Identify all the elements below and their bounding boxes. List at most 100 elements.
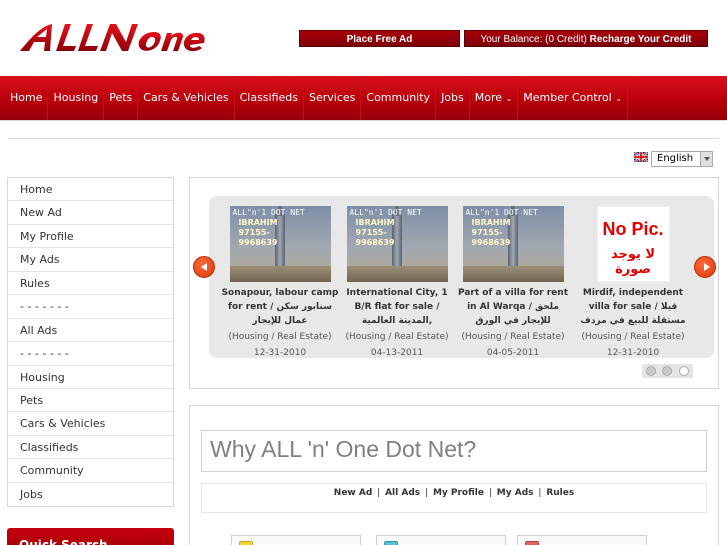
feature-card [517, 535, 647, 545]
language-selected: English [657, 153, 694, 164]
why-section [189, 405, 719, 545]
ad-thumbnail[interactable]: ALL"n'1 DOT NET IBRAHIM 97155- 9968639 [229, 206, 331, 282]
sidebar-item-my-ads[interactable]: My Ads [8, 248, 173, 272]
nav-divider [0, 120, 727, 121]
thumb-name: IBRAHIM [471, 218, 511, 227]
nav-housing[interactable]: Housing [48, 76, 105, 120]
quick-link-new-ad[interactable]: New Ad [334, 488, 373, 498]
carousel-slide[interactable]: No Pic. لا يوجد صورة Mirdif, independent… [574, 206, 692, 358]
carousel-dot[interactable] [662, 366, 672, 376]
thumb-watermark: ALL"n'1 DOT NET IBRAHIM 97155- 9968639 [233, 208, 305, 248]
nav-community[interactable]: Community [361, 76, 437, 120]
carousel-pagination [642, 364, 693, 378]
separator: | [425, 488, 429, 498]
ad-date: 04-05-2011 [486, 348, 540, 358]
sidebar-item-home[interactable]: Home [8, 178, 173, 202]
nav-member-control[interactable]: Member Control ⌄ [518, 76, 628, 120]
note-icon [239, 541, 253, 545]
thumb-name: IBRAHIM [355, 218, 395, 227]
ad-title-link[interactable]: Sonapour, labour camp for rent / سنابور … [221, 286, 339, 328]
ad-category: (Housing / Real Estate) [345, 332, 449, 342]
thumb-phone: 9968639 [355, 238, 395, 247]
ad-title-link[interactable]: International City, 1 B/R flat for sale … [338, 286, 456, 328]
ad-date: 12-31-2010 [253, 348, 307, 358]
sidebar-item-jobs[interactable]: Jobs [8, 483, 173, 506]
sidebar-item-housing[interactable]: Housing [8, 366, 173, 389]
language-select[interactable]: English [651, 151, 713, 167]
thumb-watermark: ALL"n'1 DOT NET IBRAHIM 97155- 9968639 [466, 208, 538, 248]
site-header: Place Free Ad Your Balance: (0 Credit) R… [0, 0, 727, 76]
sidebar-item-my-profile[interactable]: My Profile [8, 225, 173, 249]
ad-title-link[interactable]: Mirdif, independent villa for sale / فيل… [574, 286, 692, 328]
sidebar-item-new-ad[interactable]: New Ad [8, 201, 173, 225]
thumb-brand: ALL"n'1 DOT NET [232, 208, 305, 217]
recharge-credit-link[interactable]: Recharge Your Credit [590, 34, 692, 45]
thumb-phone: 9968639 [238, 238, 278, 247]
carousel-slide[interactable]: ALL"n'1 DOT NET IBRAHIM 97155- 9968639 S… [221, 206, 339, 358]
sidebar-item-all-ads[interactable]: All Ads [8, 319, 173, 343]
ad-category: (Housing / Real Estate) [228, 332, 332, 342]
balance-text: Your Balance: (0 Credit) [480, 34, 587, 45]
sidebar-item-community[interactable]: Community [8, 459, 173, 483]
sidebar-separator: - - - - - - - [8, 295, 173, 319]
quick-link-my-profile[interactable]: My Profile [433, 488, 484, 498]
carousel-next-button[interactable] [694, 256, 716, 278]
quick-link-rules[interactable]: Rules [546, 488, 574, 498]
sidebar-item-pets[interactable]: Pets [8, 389, 173, 413]
place-free-ad-button[interactable]: Place Free Ad [299, 30, 460, 47]
ad-thumbnail-no-picture[interactable]: No Pic. لا يوجد صورة [596, 206, 670, 282]
separator: | [488, 488, 492, 498]
ad-thumbnail[interactable]: ALL"n'1 DOT NET IBRAHIM 97155- 9968639 [462, 206, 564, 282]
sidebar-item-rules[interactable]: Rules [8, 272, 173, 296]
ground-image [346, 266, 448, 282]
nav-cars-vehicles[interactable]: Cars & Vehicles [138, 76, 235, 120]
info-icon [384, 541, 398, 545]
thumb-brand: ALL"n'1 DOT NET [349, 208, 422, 217]
carousel-slide[interactable]: ALL"n'1 DOT NET IBRAHIM 97155- 9968639 I… [338, 206, 456, 358]
ground-image [229, 266, 331, 282]
chevron-down-icon: ⌄ [615, 94, 622, 103]
sidebar-item-cars-vehicles[interactable]: Cars & Vehicles [8, 412, 173, 436]
thumb-phone: 97155- [238, 228, 270, 237]
ad-category: (Housing / Real Estate) [581, 332, 685, 342]
nav-pets[interactable]: Pets [104, 76, 139, 120]
nav-classifieds[interactable]: Classifieds [235, 76, 304, 120]
carousel-dot[interactable] [646, 366, 656, 376]
carousel-track: ALL"n'1 DOT NET IBRAHIM 97155- 9968639 S… [209, 196, 714, 358]
nav-more[interactable]: More ⌄ [470, 76, 519, 120]
balance-bar: Your Balance: (0 Credit) Recharge Your C… [464, 30, 708, 47]
carousel-prev-button[interactable] [193, 256, 215, 278]
thumb-phone: 97155- [355, 228, 387, 237]
nav-home[interactable]: Home [0, 76, 49, 120]
carousel-dot-active[interactable] [679, 366, 689, 376]
nav-more-label: More [474, 91, 503, 104]
feature-card [376, 535, 506, 545]
thumb-brand: ALL"n'1 DOT NET [465, 208, 538, 217]
quick-link-all-ads[interactable]: All Ads [385, 488, 420, 498]
sidebar-item-classifieds[interactable]: Classifieds [8, 436, 173, 460]
ad-category: (Housing / Real Estate) [461, 332, 565, 342]
nav-member-control-label: Member Control [523, 91, 612, 104]
ad-title-link[interactable]: Part of a villa for rent in Al Warqa / م… [454, 286, 572, 328]
feature-card [231, 535, 361, 545]
sidebar-menu: Home New Ad My Profile My Ads Rules - - … [7, 177, 174, 508]
quick-search-header: Quick Search [7, 528, 174, 545]
chevron-down-icon: ⌄ [505, 94, 513, 103]
thumb-name: IBRAHIM [238, 218, 278, 227]
ad-thumbnail[interactable]: ALL"n'1 DOT NET IBRAHIM 97155- 9968639 [346, 206, 448, 282]
ad-date: 12-31-2010 [606, 348, 660, 358]
carousel-slide[interactable]: ALL"n'1 DOT NET IBRAHIM 97155- 9968639 P… [454, 206, 572, 358]
thumb-phone: 9968639 [471, 238, 511, 247]
nav-jobs[interactable]: Jobs [436, 76, 470, 120]
uk-flag-icon [634, 152, 648, 162]
quick-link-my-ads[interactable]: My Ads [497, 488, 534, 498]
main-nav: Home Housing Pets Cars & Vehicles Classi… [0, 76, 727, 120]
why-title: Why ALL 'n' One Dot Net? [210, 436, 477, 462]
ad-date: 04-13-2011 [370, 348, 424, 358]
nav-services[interactable]: Services [304, 76, 362, 120]
dropdown-arrow-icon[interactable] [700, 152, 712, 166]
site-logo[interactable] [18, 18, 210, 58]
why-title-box: Why ALL 'n' One Dot Net? [201, 430, 707, 472]
quick-links: New Ad | All Ads | My Profile | My Ads |… [201, 483, 707, 513]
no-pic-text-arabic: لا يوجد صورة [610, 247, 656, 277]
